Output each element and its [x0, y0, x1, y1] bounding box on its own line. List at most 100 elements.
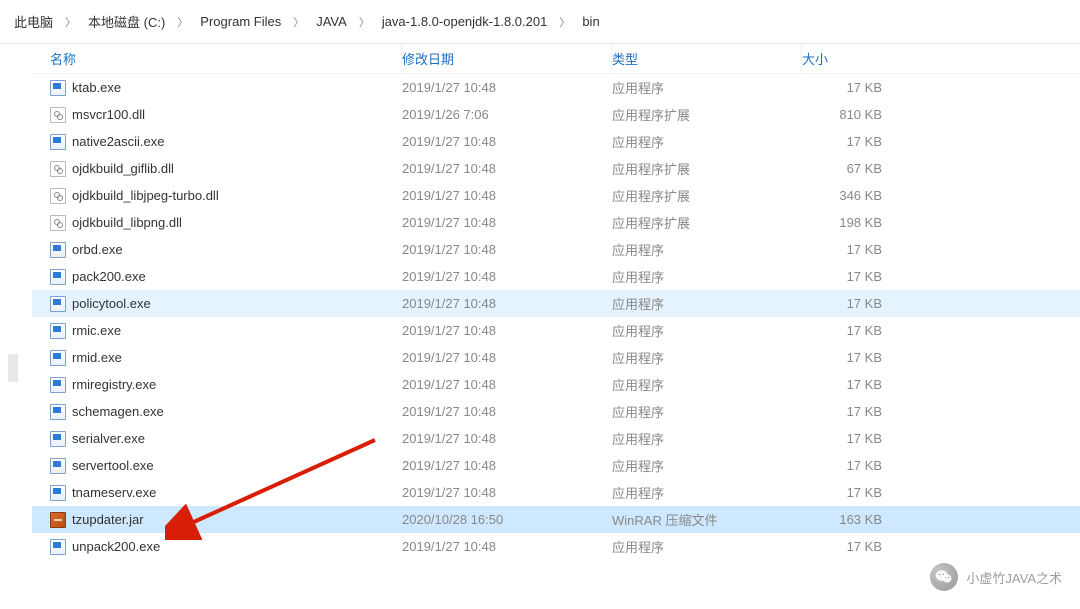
file-row[interactable]: schemagen.exe2019/1/27 10:48应用程序17 KB — [32, 398, 1080, 425]
file-type: 应用程序 — [612, 321, 802, 340]
file-date: 2019/1/27 10:48 — [402, 161, 612, 176]
exe-icon — [50, 134, 66, 150]
chevron-right-icon: 〉 — [353, 14, 376, 30]
file-type: 应用程序扩展 — [612, 159, 802, 178]
file-list: 名称 修改日期 类型 大小 ktab.exe2019/1/27 10:48应用程… — [0, 44, 1080, 560]
file-date: 2019/1/27 10:48 — [402, 458, 612, 473]
file-row[interactable]: rmiregistry.exe2019/1/27 10:48应用程序17 KB — [32, 371, 1080, 398]
file-row[interactable]: pack200.exe 2019/1/27 10:48应用程序17 KB — [32, 263, 1080, 290]
file-size: 163 KB — [802, 512, 902, 527]
file-date: 2019/1/27 10:48 — [402, 188, 612, 203]
file-date: 2019/1/27 10:48 — [402, 269, 612, 284]
file-row[interactable]: ojdkbuild_libjpeg-turbo.dll 2019/1/27 10:… — [32, 182, 1080, 209]
file-name: tzupdater.jar — [72, 512, 144, 527]
file-size: 17 KB — [802, 350, 902, 365]
crumb-2[interactable]: Program Files — [194, 12, 287, 31]
file-row[interactable]: serialver.exe2019/1/27 10:48应用程序17 KB — [32, 425, 1080, 452]
file-name: rmiregistry.exe — [72, 377, 156, 392]
nav-gutter — [0, 44, 32, 609]
crumb-3[interactable]: JAVA — [310, 12, 353, 31]
file-row[interactable]: ktab.exe2019/1/27 10:48应用程序17 KB — [32, 74, 1080, 101]
header-name[interactable]: 名称 — [32, 44, 402, 73]
file-row[interactable]: unpack200.exe2019/1/27 10:48应用程序17 KB — [32, 533, 1080, 560]
file-type: WinRAR 压缩文件 — [612, 510, 802, 529]
file-name: native2ascii.exe — [72, 134, 165, 149]
file-type: 应用程序 — [612, 348, 802, 367]
file-type: 应用程序 — [612, 267, 802, 286]
exe-icon — [50, 350, 66, 366]
file-date: 2020/10/28 16:50 — [402, 512, 612, 527]
file-name: policytool.exe — [72, 296, 151, 311]
crumb-1[interactable]: 本地磁盘 (C:) — [82, 10, 171, 33]
header-type[interactable]: 类型 — [612, 44, 802, 73]
file-row[interactable]: tnameserv.exe2019/1/27 10:48应用程序17 KB — [32, 479, 1080, 506]
file-name: rmic.exe — [72, 323, 121, 338]
header-date[interactable]: 修改日期 — [402, 44, 612, 73]
chevron-right-icon: 〉 — [171, 14, 194, 30]
exe-icon — [50, 269, 66, 285]
file-size: 17 KB — [802, 269, 902, 284]
file-row[interactable]: ojdkbuild_giflib.dll 2019/1/27 10:48应用程序扩… — [32, 155, 1080, 182]
file-date: 2019/1/27 10:48 — [402, 323, 612, 338]
file-type: 应用程序扩展 — [612, 213, 802, 232]
file-date: 2019/1/27 10:48 — [402, 431, 612, 446]
file-date: 2019/1/27 10:48 — [402, 485, 612, 500]
file-name: ojdkbuild_giflib.dll — [72, 161, 174, 176]
file-row[interactable]: servertool.exe2019/1/27 10:48应用程序17 KB — [32, 452, 1080, 479]
file-row[interactable]: msvcr100.dll2019/1/26 7:06应用程序扩展810 KB — [32, 101, 1080, 128]
file-name: rmid.exe — [72, 350, 122, 365]
file-date: 2019/1/27 10:48 — [402, 377, 612, 392]
file-name: pack200.exe — [72, 269, 146, 284]
exe-icon — [50, 80, 66, 96]
file-row[interactable]: native2ascii.exe2019/1/27 10:48应用程序17 KB — [32, 128, 1080, 155]
exe-icon — [50, 458, 66, 474]
file-date: 2019/1/26 7:06 — [402, 107, 612, 122]
file-date: 2019/1/27 10:48 — [402, 215, 612, 230]
jar-icon — [50, 512, 66, 528]
chevron-right-icon: 〉 — [59, 14, 82, 30]
column-headers: 名称 修改日期 类型 大小 — [32, 44, 1080, 74]
file-size: 346 KB — [802, 188, 902, 203]
file-date: 2019/1/27 10:48 — [402, 539, 612, 554]
file-row[interactable]: tzupdater.jar 2020/10/28 16:50WinRAR 压缩文件… — [32, 506, 1080, 533]
file-size: 17 KB — [802, 458, 902, 473]
file-row[interactable]: rmid.exe2019/1/27 10:48应用程序17 KB — [32, 344, 1080, 371]
file-type: 应用程序 — [612, 537, 802, 556]
file-size: 17 KB — [802, 134, 902, 149]
exe-icon — [50, 377, 66, 393]
file-name: servertool.exe — [72, 458, 154, 473]
file-name: ktab.exe — [72, 80, 121, 95]
file-type: 应用程序 — [612, 402, 802, 421]
file-date: 2019/1/27 10:48 — [402, 242, 612, 257]
file-size: 17 KB — [802, 485, 902, 500]
file-type: 应用程序 — [612, 78, 802, 97]
file-row[interactable]: orbd.exe2019/1/27 10:48应用程序17 KB — [32, 236, 1080, 263]
file-name: schemagen.exe — [72, 404, 164, 419]
exe-icon — [50, 404, 66, 420]
crumb-0[interactable]: 此电脑 — [8, 10, 59, 33]
chevron-right-icon: 〉 — [287, 14, 310, 30]
chevron-right-icon: 〉 — [553, 14, 576, 30]
file-type: 应用程序扩展 — [612, 105, 802, 124]
file-date: 2019/1/27 10:48 — [402, 404, 612, 419]
file-row[interactable]: rmic.exe2019/1/27 10:48应用程序17 KB — [32, 317, 1080, 344]
exe-icon — [50, 296, 66, 312]
watermark-text: 小虚竹JAVA之术 — [966, 568, 1062, 587]
breadcrumb: 此电脑 〉 本地磁盘 (C:) 〉 Program Files 〉 JAVA 〉… — [0, 0, 1080, 44]
file-date: 2019/1/27 10:48 — [402, 296, 612, 311]
crumb-4[interactable]: java-1.8.0-openjdk-1.8.0.201 — [376, 12, 554, 31]
file-type: 应用程序 — [612, 132, 802, 151]
watermark: 小虚竹JAVA之术 — [930, 563, 1062, 591]
file-row[interactable]: policytool.exe2019/1/27 10:48应用程序17 KB — [32, 290, 1080, 317]
file-row[interactable]: ojdkbuild_libpng.dll2019/1/27 10:48应用程序扩… — [32, 209, 1080, 236]
file-date: 2019/1/27 10:48 — [402, 80, 612, 95]
file-name: serialver.exe — [72, 431, 145, 446]
file-size: 17 KB — [802, 539, 902, 554]
dll-icon — [50, 215, 66, 231]
file-type: 应用程序扩展 — [612, 186, 802, 205]
dll-icon — [50, 188, 66, 204]
file-name: msvcr100.dll — [72, 107, 145, 122]
crumb-5[interactable]: bin — [576, 12, 605, 31]
header-size[interactable]: 大小 — [802, 44, 902, 73]
file-name: ojdkbuild_libjpeg-turbo.dll — [72, 188, 219, 203]
